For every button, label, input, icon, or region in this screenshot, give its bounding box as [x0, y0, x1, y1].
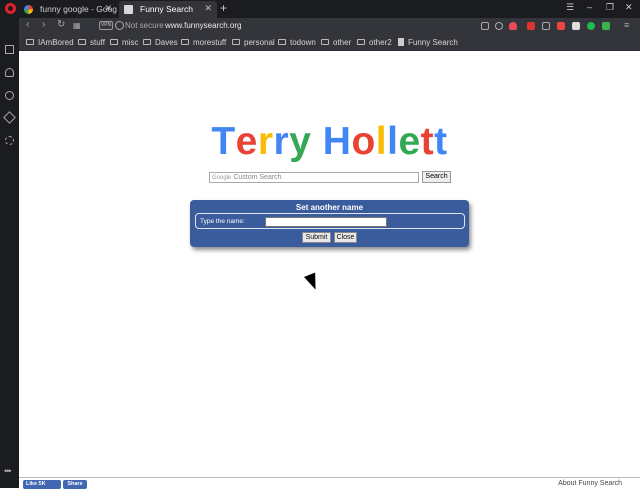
- extensions-cube-icon[interactable]: [3, 111, 16, 124]
- bookmark-other2[interactable]: other2: [357, 38, 392, 47]
- tab-strip: funny google - Googl ✕ Funny Search ✕ + …: [0, 0, 640, 18]
- vpn-badge-icon[interactable]: VPN: [99, 21, 113, 30]
- page-footer: Like 5K Share About Funny Search: [19, 477, 640, 489]
- page-icon: [398, 38, 404, 46]
- bookmark-morestuff[interactable]: morestuff: [181, 38, 226, 47]
- settings-gear-icon[interactable]: [5, 136, 14, 145]
- extension-box-icon[interactable]: [542, 22, 550, 30]
- search-button[interactable]: Search: [422, 171, 451, 183]
- opera-logo-icon[interactable]: [5, 3, 16, 14]
- heart-icon[interactable]: [509, 22, 517, 30]
- dialog-title: Set another name: [295, 203, 364, 212]
- bookmark-personal[interactable]: personal: [232, 38, 275, 47]
- logo-letter: e: [398, 120, 421, 163]
- google-favicon-icon: [24, 5, 33, 14]
- camera-icon[interactable]: [481, 22, 489, 30]
- logo-letter: e: [235, 120, 258, 163]
- logo-letter: y: [289, 120, 312, 163]
- logo-letter: l: [387, 120, 399, 163]
- tab-funny-search[interactable]: Funny Search ✕: [119, 1, 217, 18]
- logo-letter: t: [420, 120, 435, 163]
- tab-menu-icon[interactable]: ☰: [566, 2, 574, 13]
- extension-white-icon[interactable]: [572, 22, 580, 30]
- folder-icon: [357, 39, 365, 45]
- folder-icon: [110, 39, 118, 45]
- bookmark-todown[interactable]: todown: [278, 38, 316, 47]
- bookmark-daves[interactable]: Daves: [143, 38, 178, 47]
- close-tab-icon[interactable]: ✕: [104, 3, 112, 14]
- window-close-icon[interactable]: ✕: [625, 2, 633, 13]
- search-input[interactable]: Google Custom Search: [209, 172, 419, 183]
- forward-icon[interactable]: ›: [42, 19, 45, 30]
- logo-letter: l: [375, 120, 388, 163]
- page-favicon-icon: [124, 5, 133, 14]
- logo-letter: o: [351, 120, 376, 163]
- maximize-icon[interactable]: ❐: [606, 2, 614, 13]
- speed-dial-icon[interactable]: ▦: [73, 21, 81, 30]
- name-input[interactable]: [265, 217, 387, 227]
- logo-letter: r: [273, 120, 290, 163]
- tab-funny-google[interactable]: funny google - Googl ✕: [19, 1, 117, 18]
- name-label: Type the name:: [200, 218, 245, 225]
- logo-letter: r: [257, 120, 274, 163]
- bookmark-other[interactable]: other: [321, 38, 351, 47]
- bookmark-funny-search[interactable]: Funny Search: [398, 38, 458, 47]
- back-icon[interactable]: ‹: [26, 19, 29, 30]
- bookmarks-bar: IAmBored stuff misc Daves morestuff pers…: [19, 34, 640, 51]
- folder-icon: [278, 39, 286, 45]
- folder-icon: [26, 39, 34, 45]
- search-placeholder: Custom Search: [233, 174, 282, 181]
- spotify-icon[interactable]: [587, 22, 595, 30]
- search-prefix: Google: [212, 175, 232, 181]
- logo-letter: t: [434, 120, 448, 163]
- reload-icon[interactable]: ↻: [57, 19, 65, 30]
- bookmarks-heart-icon[interactable]: [5, 68, 14, 77]
- folder-icon: [321, 39, 329, 45]
- logo-title: Terry Hollett: [19, 120, 640, 164]
- address-bar: ‹ › ↻ ▦ VPN Not secure www.funnysearch.o…: [19, 18, 640, 34]
- sidebar: •••: [0, 18, 19, 488]
- set-name-dialog: Set another name Type the name: Submit C…: [190, 200, 469, 247]
- adblock-icon[interactable]: [495, 22, 503, 30]
- globe-icon: [115, 21, 124, 30]
- menu-icon[interactable]: ≡: [624, 20, 629, 30]
- download-icon[interactable]: [602, 22, 610, 30]
- about-link[interactable]: About Funny Search: [558, 480, 622, 487]
- logo-letter: T: [211, 120, 236, 163]
- folder-icon: [232, 39, 240, 45]
- url-field[interactable]: www.funnysearch.org: [165, 21, 241, 30]
- folder-icon: [78, 39, 86, 45]
- folder-icon: [181, 39, 189, 45]
- logo-letter: [311, 120, 322, 164]
- extension-x-icon[interactable]: [557, 22, 565, 30]
- mouse-cursor-icon: [304, 272, 322, 292]
- folder-icon: [143, 39, 151, 45]
- close-tab-icon[interactable]: ✕: [204, 3, 212, 14]
- submit-button[interactable]: Submit: [302, 232, 331, 243]
- close-button[interactable]: Close: [334, 232, 357, 243]
- new-tab-button[interactable]: +: [220, 1, 227, 15]
- bookmark-stuff[interactable]: stuff: [78, 38, 105, 47]
- history-clock-icon[interactable]: [5, 91, 14, 100]
- speed-dial-sidebar-icon[interactable]: [5, 45, 14, 54]
- bookmark-iambored[interactable]: IAmBored: [26, 38, 74, 47]
- dialog-field-group: Type the name:: [195, 213, 465, 229]
- more-dots-icon[interactable]: •••: [4, 466, 12, 476]
- tab-title: Funny Search: [140, 4, 193, 14]
- minimize-icon[interactable]: –: [587, 2, 592, 12]
- web-page: Terry Hollett Google Custom Search Searc…: [19, 51, 640, 489]
- logo-letter: H: [322, 120, 352, 163]
- extension-red-icon[interactable]: [527, 22, 535, 30]
- bookmark-misc[interactable]: misc: [110, 38, 138, 47]
- security-status[interactable]: Not secure: [125, 21, 164, 30]
